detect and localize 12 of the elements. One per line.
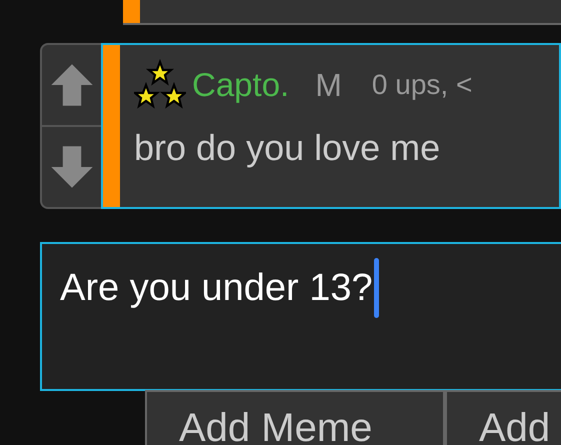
comment-accent-bar — [123, 0, 140, 23]
add-button[interactable]: Add Meme — [145, 390, 445, 445]
comment-stats: 0 ups, < — [372, 69, 472, 101]
author-link[interactable]: Capto. — [192, 66, 290, 104]
comment-text: bro do you love me — [134, 127, 442, 169]
gender-label: M — [315, 66, 342, 104]
add-button[interactable]: Add — [445, 390, 561, 445]
up-arrow-icon — [48, 62, 94, 108]
down-arrow-icon — [48, 144, 94, 190]
text-cursor — [374, 258, 379, 318]
rank-stars-icon — [134, 59, 186, 111]
reply-field[interactable]: Are you under 13? — [40, 242, 561, 391]
